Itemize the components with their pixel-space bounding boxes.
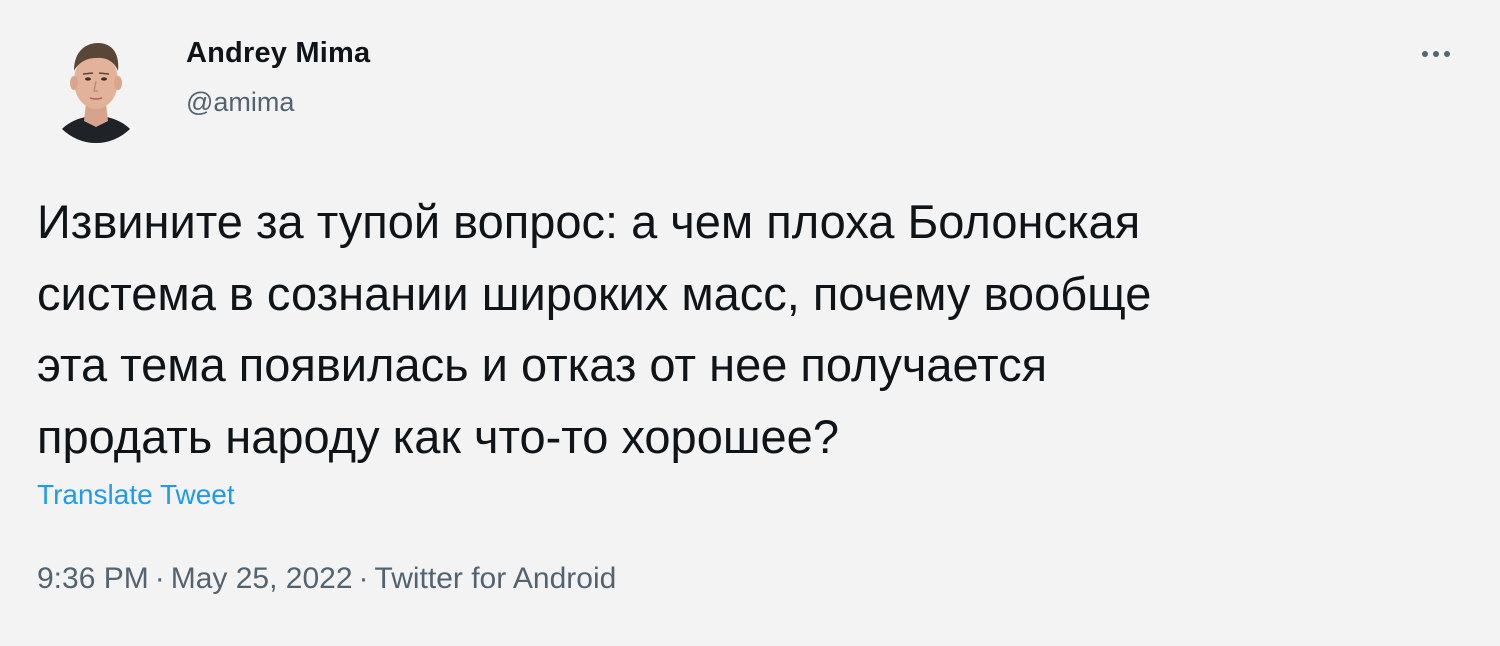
translate-tweet-link[interactable]: Translate Tweet: [37, 479, 235, 511]
author-handle[interactable]: @amima: [186, 87, 294, 118]
author-avatar[interactable]: [48, 31, 144, 143]
tweet-source[interactable]: Twitter for Android: [375, 562, 617, 595]
tweet-metadata: 9:36 PM · May 25, 2022 · Twitter for Android: [37, 562, 616, 596]
more-dot: [1444, 51, 1450, 57]
tweet-time[interactable]: 9:36 PM: [37, 562, 149, 595]
separator: ·: [358, 562, 369, 595]
avatar-photo: [54, 43, 138, 143]
tweet-card: Andrey Mima @amima Извините за тупой воп…: [0, 0, 1500, 646]
more-horizontal-icon[interactable]: [1412, 36, 1460, 72]
tweet-date[interactable]: May 25, 2022: [171, 562, 353, 595]
more-dot: [1422, 51, 1428, 57]
separator: ·: [154, 562, 165, 595]
author-display-name[interactable]: Andrey Mima: [186, 37, 370, 70]
tweet-text: Извините за тупой вопрос: а чем плоха Бо…: [37, 195, 1152, 463]
more-dot: [1433, 51, 1439, 57]
